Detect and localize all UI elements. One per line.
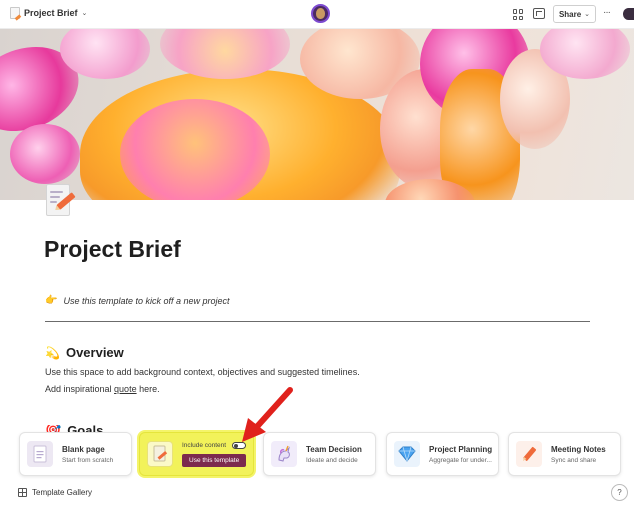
document-title-menu[interactable]: Project Brief ⌄ [10,7,87,19]
template-card-meeting-notes[interactable]: Meeting Notes Sync and share [508,432,621,476]
chevron-down-icon: ⌄ [584,11,591,18]
template-subtitle: Ideate and decide [306,456,358,464]
include-content-label: Include content [182,441,227,449]
user-avatar[interactable] [623,8,634,20]
inspiration-paragraph[interactable]: Add inspirational quote here. [45,384,160,394]
template-card-project-planning[interactable]: Project Planning Aggregate for under... [386,432,499,476]
template-subtitle: Sync and share [551,456,597,464]
intro-text: Use this template to kick off a new proj… [63,295,230,306]
template-card-current[interactable]: Include content Use this template [139,432,254,476]
template-card-blank-page[interactable]: Blank page Start from scratch [19,432,132,476]
inspiration-prefix: Add inspirational [45,384,115,394]
overview-paragraph[interactable]: Use this space to add background context… [45,367,360,377]
document-title: Project Brief [24,8,78,18]
pointing-hand-icon: 👉 [45,295,58,306]
share-button[interactable]: Share ⌄ [553,5,596,23]
diamond-icon [394,441,420,467]
more-options-button[interactable]: ··· [603,7,611,18]
red-arrow-annotation [242,387,293,442]
include-content-row: Include content [182,441,247,449]
pencil-icon [516,441,542,467]
inspiration-suffix: here. [136,384,160,394]
unicorn-icon [271,441,297,467]
project-brief-icon [147,441,173,467]
chevron-down-icon: ⌄ [81,10,88,17]
overview-heading-text: Overview [65,345,124,360]
template-title: Blank page [62,444,105,454]
page-icon[interactable] [44,184,76,218]
page-title[interactable]: Project Brief [44,236,181,263]
dizzy-icon: 💫 [45,345,60,360]
template-gallery-label: Template Gallery [32,488,93,497]
top-bar: Project Brief ⌄ Share ⌄ ··· [0,0,634,29]
template-title: Meeting Notes [551,444,606,454]
template-subtitle: Aggregate for under... [429,456,492,464]
template-title: Project Planning [429,444,493,454]
blank-page-icon [27,441,53,467]
share-button-label: Share [558,9,582,19]
intro-callout[interactable]: 👉 Use this template to kick off a new pr… [45,295,230,306]
divider [45,321,590,322]
template-gallery-button[interactable]: Template Gallery [18,488,92,497]
document-icon [10,7,20,19]
overview-heading[interactable]: 💫 Overview [45,345,124,360]
quote-link[interactable]: quote [114,384,137,394]
collaborator-avatar[interactable] [311,4,330,23]
cover-image [0,29,634,200]
gallery-icon [18,488,27,497]
template-subtitle: Start from scratch [62,456,114,464]
help-button[interactable]: ? [611,484,628,501]
present-icon[interactable] [533,8,545,19]
template-title: Team Decision [306,444,362,454]
template-picker: Blank page Start from scratch Include co… [16,432,624,478]
apps-grid-icon[interactable] [513,9,524,20]
use-this-template-button[interactable]: Use this template [182,453,247,467]
